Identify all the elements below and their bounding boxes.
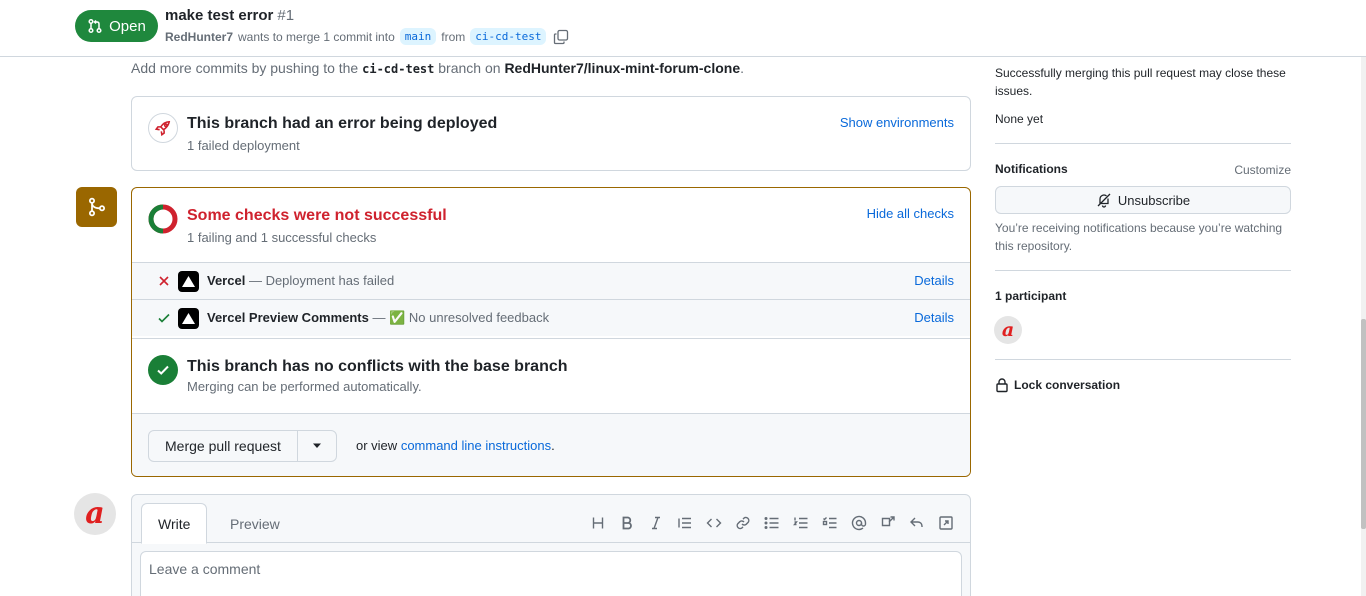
copy-icon[interactable] xyxy=(553,29,569,45)
push-hint-suffix: . xyxy=(740,60,744,76)
participants-heading: 1 participant xyxy=(995,289,1067,303)
check-name: Vercel Preview Comments xyxy=(207,310,369,325)
pr-from-text: from xyxy=(441,29,466,44)
check-description: — ✅ No unresolved feedback xyxy=(372,310,550,325)
push-hint-repo-link[interactable]: RedHunter7/linux-mint-forum-clone xyxy=(504,60,740,76)
checks-box: Some checks were not successful 1 failin… xyxy=(131,187,971,477)
italic-icon[interactable] xyxy=(641,511,670,535)
lock-conversation-button[interactable]: Lock conversation xyxy=(995,377,1120,393)
tab-preview[interactable]: Preview xyxy=(214,503,296,544)
push-hint-middle: branch on xyxy=(438,60,501,76)
merge-pull-request-button[interactable]: Merge pull request xyxy=(149,431,298,461)
reply-icon[interactable] xyxy=(902,511,931,535)
merge-button-group: Merge pull request xyxy=(148,430,337,462)
pr-meta: RedHunter7 wants to merge 1 commit into … xyxy=(165,28,569,45)
pr-title: make test error #1 xyxy=(165,7,294,24)
pr-title-text: make test error xyxy=(165,7,274,24)
rocket-icon xyxy=(148,113,178,143)
lock-label: Lock conversation xyxy=(1014,378,1121,392)
pr-sticky-header: Open make test error #1 RedHunter7 wants … xyxy=(0,0,1366,57)
push-hint-branch: ci-cd-test xyxy=(362,62,435,76)
conflicts-subtitle: Merging can be performed automatically. xyxy=(187,379,422,394)
push-hint: Add more commits by pushing to the ci-cd… xyxy=(131,60,744,76)
check-icon xyxy=(158,313,170,323)
deployment-subtitle: 1 failed deployment xyxy=(187,138,300,153)
x-icon xyxy=(159,276,169,286)
bold-icon[interactable] xyxy=(612,511,641,535)
deployment-box: This branch had an error being deployed … xyxy=(131,96,971,171)
fullscreen-icon[interactable] xyxy=(931,511,960,535)
pull-request-icon xyxy=(88,18,102,34)
cross-reference-icon[interactable] xyxy=(873,511,902,535)
check-row: Vercel — Deployment has failed Details xyxy=(132,262,970,299)
quote-icon[interactable] xyxy=(670,511,699,535)
checks-subtitle: 1 failing and 1 successful checks xyxy=(187,230,377,245)
lock-icon xyxy=(996,378,1008,393)
participant-avatar[interactable]: a xyxy=(994,316,1022,344)
triangle-down-icon xyxy=(312,443,321,448)
check-circle-icon xyxy=(148,355,178,385)
check-text: Vercel — Deployment has failed xyxy=(207,273,394,288)
vercel-logo-icon xyxy=(178,308,199,329)
notify-reason: You’re receiving notifications because y… xyxy=(995,221,1283,253)
customize-link[interactable]: Customize xyxy=(1234,161,1291,179)
unsubscribe-label: Unsubscribe xyxy=(1117,192,1191,208)
notifications-heading: Notifications xyxy=(995,162,1068,176)
tab-write[interactable]: Write xyxy=(141,503,208,544)
check-name: Vercel xyxy=(207,273,246,288)
or-view-period: . xyxy=(551,438,555,453)
command-line-instructions-link[interactable]: command line instructions xyxy=(401,438,551,453)
check-text: Vercel Preview Comments — ✅ No unresolve… xyxy=(207,310,549,326)
issues-value: None yet xyxy=(995,112,1044,126)
pr-state-badge: Open xyxy=(75,10,158,42)
pr-author-link[interactable]: RedHunter7 xyxy=(165,30,233,44)
pr-merge-text: wants to merge 1 commit into xyxy=(238,29,395,44)
comment-editor: Write Preview Leave a comment xyxy=(131,494,971,596)
code-icon[interactable] xyxy=(699,511,728,535)
editor-tabs: Write Preview xyxy=(132,495,970,544)
conflicts-section: This branch has no conflicts with the ba… xyxy=(132,338,970,413)
or-view-text: or view command line instructions. xyxy=(356,438,555,453)
merge-options-dropdown[interactable] xyxy=(298,431,336,461)
git-merge-icon xyxy=(76,187,117,227)
push-hint-prefix: Add more commits by pushing to the xyxy=(131,60,359,76)
check-description: — Deployment has failed xyxy=(248,273,395,288)
check-details-link[interactable]: Details xyxy=(914,273,954,288)
comment-textarea[interactable]: Leave a comment xyxy=(140,551,962,596)
bell-slash-icon xyxy=(1097,193,1111,208)
pr-state-label: Open xyxy=(109,17,146,35)
sidebar-divider xyxy=(995,270,1291,271)
mention-icon[interactable] xyxy=(844,511,873,535)
markdown-toolbar xyxy=(583,511,960,535)
checks-title: Some checks were not successful xyxy=(187,207,447,224)
task-list-icon[interactable] xyxy=(815,511,844,535)
page-scrollbar[interactable] xyxy=(1361,57,1366,596)
hide-all-checks-link[interactable]: Hide all checks xyxy=(867,206,954,221)
unordered-list-icon[interactable] xyxy=(757,511,786,535)
base-branch-pill[interactable]: main xyxy=(399,28,437,45)
conflicts-title: This branch has no conflicts with the ba… xyxy=(187,358,568,375)
deployment-title: This branch had an error being deployed xyxy=(187,115,498,132)
link-icon[interactable] xyxy=(728,511,757,535)
unsubscribe-button[interactable]: Unsubscribe xyxy=(995,186,1291,214)
vercel-logo-icon xyxy=(178,271,199,292)
show-environments-link[interactable]: Show environments xyxy=(840,115,954,130)
pr-number: #1 xyxy=(277,7,295,24)
check-row: Vercel Preview Comments — ✅ No unresolve… xyxy=(132,299,970,336)
check-details-link[interactable]: Details xyxy=(914,310,954,325)
merge-footer: Merge pull request or view command line … xyxy=(132,413,970,476)
head-branch-pill[interactable]: ci-cd-test xyxy=(470,28,547,45)
or-view-label: or view xyxy=(356,438,398,453)
avatar[interactable]: a xyxy=(74,493,116,535)
sidebar-divider xyxy=(995,143,1291,144)
checks-status-donut-icon xyxy=(148,204,178,234)
issues-text: Successfully merging this pull request m… xyxy=(995,66,1286,98)
sidebar-divider xyxy=(995,359,1291,360)
heading-icon[interactable] xyxy=(583,511,612,535)
ordered-list-icon[interactable] xyxy=(786,511,815,535)
scrollbar-thumb[interactable] xyxy=(1361,319,1366,529)
